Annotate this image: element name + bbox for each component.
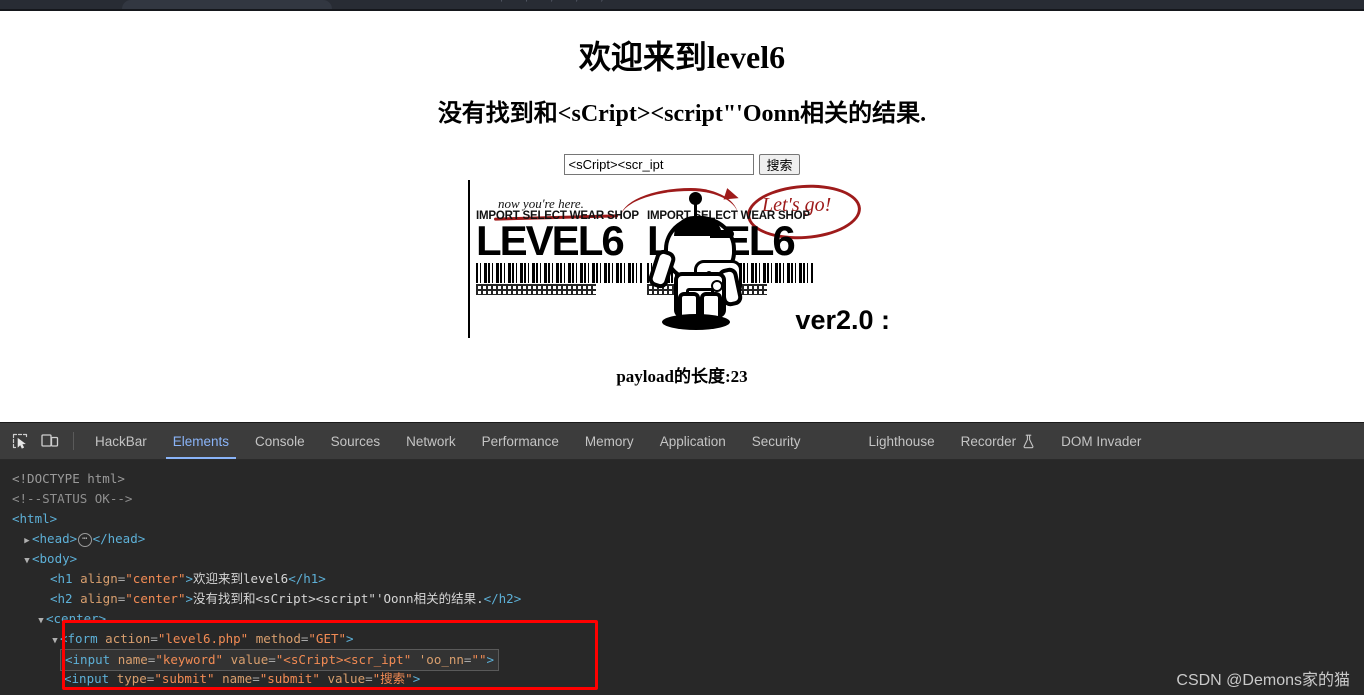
dotcode-icon-left xyxy=(476,283,596,295)
device-toolbar-icon[interactable] xyxy=(35,428,65,454)
search-input[interactable] xyxy=(564,154,755,176)
input-tag-token: <input xyxy=(65,652,111,667)
input-injected-attr: 'oo_nn xyxy=(418,652,464,667)
devtools-toolbar: HackBar Elements Console Sources Network… xyxy=(0,423,1364,460)
banner-version-label: ver2.0 : xyxy=(795,305,890,336)
tab-recorder-label: Recorder xyxy=(960,433,1017,449)
h1-gt: > xyxy=(185,571,194,586)
submit-gt: > xyxy=(412,671,421,686)
form-method-name: method xyxy=(255,631,301,646)
input-injected-value: "" xyxy=(471,652,487,667)
browser-chrome-strip: ,,,,, xyxy=(0,0,1364,11)
html-tag-token: <html> xyxy=(12,511,58,526)
web-page-viewport: 欢迎来到level6 没有找到和<sCript><script"'Oonn相关的… xyxy=(0,11,1364,422)
input-name-attr: name xyxy=(117,652,148,667)
comment-token: <!--STATUS OK--> xyxy=(12,491,133,506)
tab-elements[interactable]: Elements xyxy=(160,423,242,459)
h1-text: 欢迎来到level6 xyxy=(193,571,289,586)
tab-memory[interactable]: Memory xyxy=(572,423,647,459)
payload-length-text: payload的长度:23 xyxy=(616,367,748,387)
input-value-attr: value xyxy=(230,652,269,667)
h2-gt: > xyxy=(185,591,194,606)
input-value-value: "<sCript><scr_ipt" xyxy=(275,652,412,667)
tab-lighthouse[interactable]: Lighthouse xyxy=(856,423,948,459)
dom-line-body[interactable]: ▼ <body> xyxy=(12,549,1364,569)
submit-type-attr: type xyxy=(116,671,147,686)
dom-line-center[interactable]: ▼ <center> xyxy=(12,609,1364,629)
tab-performance[interactable]: Performance xyxy=(469,423,572,459)
expand-triangle-expanded-icon[interactable]: ▼ xyxy=(22,551,32,571)
dom-line-form[interactable]: ▼ <form action="level6.php" method="GET"> xyxy=(12,629,1364,649)
form-action-name: action xyxy=(105,631,151,646)
dom-line-input-submit[interactable]: <input type="submit" name="submit" value… xyxy=(12,669,1364,689)
body-open-token: <body> xyxy=(32,551,78,566)
tab-application[interactable]: Application xyxy=(647,423,739,459)
tab-dom-invader[interactable]: DOM Invader xyxy=(1048,423,1154,459)
form-tag-token: <form xyxy=(60,631,98,646)
tab-security[interactable]: Security xyxy=(739,423,814,459)
input-gt: > xyxy=(486,652,495,667)
submit-value-attr: value xyxy=(327,671,366,686)
head-close-token: </head> xyxy=(92,531,146,546)
submit-name-attr: name xyxy=(222,671,253,686)
h1-tag-token: <h1 xyxy=(50,571,73,586)
expand-triangle-expanded-icon[interactable]: ▼ xyxy=(50,631,60,651)
h1-attr-name: align xyxy=(80,571,118,586)
h2-close-token: </h2> xyxy=(483,591,522,606)
h2-tag-token: <h2 xyxy=(50,591,73,606)
dom-line-h2[interactable]: <h2 align="center">没有找到和<sCript><script"… xyxy=(12,589,1364,609)
center-open-token: <center> xyxy=(46,611,107,626)
head-open-token: <head> xyxy=(32,531,78,546)
screenshot-root: ,,,,, 欢迎来到level6 没有找到和<sCript><script"'O… xyxy=(0,0,1364,695)
page-title: 欢迎来到level6 xyxy=(578,39,786,75)
input-name-value: "keyword" xyxy=(155,652,224,667)
toolbar-divider xyxy=(73,432,74,450)
dom-line-head[interactable]: ▶ <head> ⋯ </head> xyxy=(12,529,1364,549)
banner-level-label-left: LEVEL6 xyxy=(476,217,625,265)
form-action-value: "level6.php" xyxy=(157,631,249,646)
flask-icon xyxy=(1022,434,1035,449)
form-gt: > xyxy=(346,631,354,646)
dom-line-comment: <!--STATUS OK--> xyxy=(12,489,1364,509)
dom-line-doctype: <!DOCTYPE html> xyxy=(12,469,1364,489)
dom-line-input-keyword[interactable]: <input name="keyword" value="<sCript><sc… xyxy=(12,649,1364,671)
submit-name-value: "submit" xyxy=(259,671,320,686)
tab-sources[interactable]: Sources xyxy=(318,423,394,459)
h1-close-token: </h1> xyxy=(288,571,326,586)
tab-console[interactable]: Console xyxy=(242,423,318,459)
collapsed-children-ellipsis-icon[interactable]: ⋯ xyxy=(78,533,92,547)
h2-attr-name: align xyxy=(80,591,118,606)
tab-hackbar[interactable]: HackBar xyxy=(82,423,160,459)
h2-text: 没有找到和<sCript><script"'Oonn相关的结果. xyxy=(193,591,484,606)
submit-type-value: "submit" xyxy=(154,671,215,686)
devtools-panel: HackBar Elements Console Sources Network… xyxy=(0,422,1364,695)
expand-triangle-collapsed-icon[interactable]: ▶ xyxy=(22,531,32,551)
selected-dom-node[interactable]: <input name="keyword" value="<sCript><sc… xyxy=(60,649,500,671)
submit-tag-token: <input xyxy=(64,671,110,686)
dom-line-html[interactable]: <html> xyxy=(12,509,1364,529)
h1-attr-value: "center" xyxy=(125,571,186,586)
csdn-watermark: CSDN @Demons家的猫 xyxy=(1176,672,1350,689)
expand-triangle-expanded-icon[interactable]: ▼ xyxy=(36,611,46,631)
doctype-token: <!DOCTYPE html> xyxy=(12,471,125,486)
tab-network[interactable]: Network xyxy=(393,423,469,459)
tab-recorder[interactable]: Recorder xyxy=(948,423,1049,459)
search-form: 搜索 xyxy=(0,154,1364,176)
h2-attr-value: "center" xyxy=(125,591,186,606)
banner-left-block: IMPORT SELECT WEAR SHOP LEVEL6 xyxy=(476,210,648,295)
dom-line-h1[interactable]: <h1 align="center">欢迎来到level6</h1> xyxy=(12,569,1364,589)
inspect-element-icon[interactable] xyxy=(5,428,35,454)
page-subtitle-result: 没有找到和<sCript><script"'Oonn相关的结果. xyxy=(437,101,927,128)
form-method-value: "GET" xyxy=(308,631,347,646)
browser-chrome-text-remnant: ,,,,, xyxy=(500,0,625,3)
search-button[interactable]: 搜索 xyxy=(759,154,800,176)
level6-banner-image: now you're here. Let's go! IMPORT SELECT… xyxy=(468,180,896,339)
submit-value-value: "搜索" xyxy=(372,671,413,686)
robot-mascot-icon xyxy=(646,192,744,331)
dom-tree[interactable]: <!DOCTYPE html> <!--STATUS OK--> <html> … xyxy=(0,460,1364,689)
barcode-icon-left xyxy=(476,262,642,283)
